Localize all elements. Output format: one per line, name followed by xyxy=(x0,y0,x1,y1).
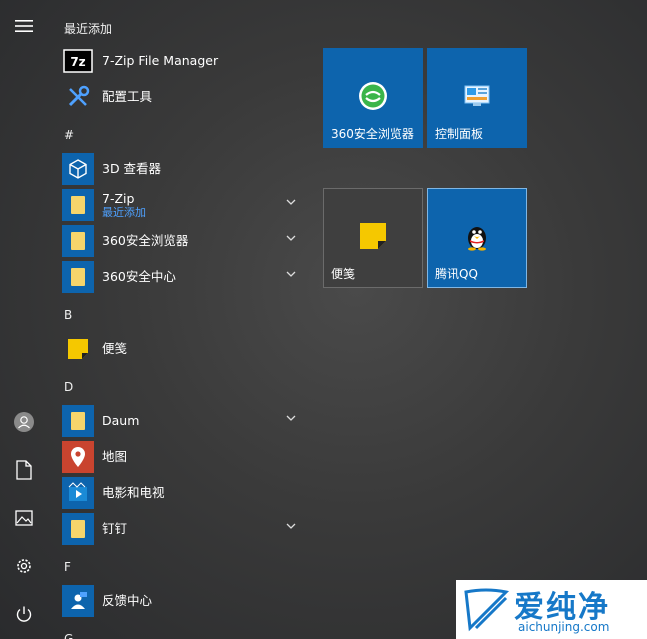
browser-360-icon xyxy=(359,82,387,110)
app-label: 360安全浏览器 xyxy=(102,233,189,248)
power-icon xyxy=(16,606,32,622)
app-label: 配置工具 xyxy=(102,89,153,104)
tile-360-browser[interactable]: 360安全浏览器 xyxy=(323,48,423,148)
chevron-down-icon xyxy=(286,235,296,241)
wrench-icon xyxy=(62,81,94,113)
pictures-button[interactable] xyxy=(6,500,42,536)
user-button[interactable] xyxy=(6,404,42,440)
app-label: 3D 查看器 xyxy=(102,161,162,176)
start-menu: { "sections": { "recent": "最近添加", "hash"… xyxy=(0,0,647,639)
left-rail xyxy=(0,0,48,639)
settings-button[interactable] xyxy=(6,548,42,584)
tile-sticky-notes[interactable]: 便笺 xyxy=(323,188,423,288)
feedback-icon xyxy=(62,585,94,617)
folder-icon xyxy=(62,261,94,293)
app-feedback-hub[interactable]: 反馈中心 xyxy=(62,584,304,618)
folder-dingtalk[interactable]: 钉钉 xyxy=(62,512,304,546)
app-7zip-file-manager[interactable]: 7z 7-Zip File Manager xyxy=(62,44,304,78)
tile-control-panel[interactable]: 控制面板 xyxy=(427,48,527,148)
folder-7zip[interactable]: 7-Zip 最近添加 xyxy=(62,188,304,222)
user-icon xyxy=(14,412,34,432)
tile-tencent-qq[interactable]: 腾讯QQ xyxy=(427,188,527,288)
tile-label: 便笺 xyxy=(331,267,356,281)
tile-label: 360安全浏览器 xyxy=(331,127,414,141)
folder-icon xyxy=(62,513,94,545)
app-label: Daum xyxy=(102,413,140,428)
app-label: 电影和电视 xyxy=(102,485,165,500)
sticky-note-icon xyxy=(62,333,94,365)
tile-label: 腾讯QQ xyxy=(435,267,478,281)
menu-button[interactable] xyxy=(6,8,42,44)
app-label: 便笺 xyxy=(102,341,128,356)
section-header-b[interactable]: B xyxy=(64,308,72,322)
menu-icon xyxy=(15,20,33,32)
app-3d-viewer[interactable]: 3D 查看器 xyxy=(62,152,304,186)
chevron-down-icon xyxy=(286,523,296,529)
folder-360-browser[interactable]: 360安全浏览器 xyxy=(62,224,304,258)
app-sticky-notes[interactable]: 便笺 xyxy=(62,332,304,366)
section-header-f[interactable]: F xyxy=(64,560,71,574)
chevron-down-icon xyxy=(286,415,296,421)
app-label: 7-Zip File Manager xyxy=(102,53,219,68)
watermark-url: aichunjing.com xyxy=(518,620,610,634)
qq-penguin-icon xyxy=(468,227,486,251)
control-panel-icon xyxy=(464,85,490,106)
section-header-recent: 最近添加 xyxy=(64,22,113,36)
folder-icon xyxy=(62,405,94,437)
chevron-down-icon xyxy=(286,271,296,277)
folder-daum[interactable]: Daum xyxy=(62,404,304,438)
movie-icon xyxy=(62,477,94,509)
power-button[interactable] xyxy=(6,596,42,632)
app-label: 360安全中心 xyxy=(102,269,176,284)
recently-added-label: 最近添加 xyxy=(102,205,146,219)
documents-button[interactable] xyxy=(6,452,42,488)
app-config-tool[interactable]: 配置工具 xyxy=(62,80,304,114)
document-icon xyxy=(16,460,32,480)
section-header-hash[interactable]: # xyxy=(64,128,74,142)
svg-text:7z: 7z xyxy=(70,55,85,69)
section-header-g[interactable]: G xyxy=(64,632,73,639)
folder-360-center[interactable]: 360安全中心 xyxy=(62,260,304,294)
tile-label: 控制面板 xyxy=(435,127,484,141)
settings-icon xyxy=(17,559,31,573)
7zip-icon: 7z xyxy=(62,45,94,77)
folder-icon xyxy=(62,225,94,257)
map-pin-icon xyxy=(62,441,94,473)
app-label: 反馈中心 xyxy=(102,593,153,608)
app-label: 7-Zip xyxy=(102,190,135,206)
app-maps[interactable]: 地图 xyxy=(62,440,304,474)
app-label: 钉钉 xyxy=(102,521,128,536)
watermark: 爱纯净 aichunjing.com xyxy=(456,580,647,639)
watermark-logo-icon xyxy=(464,588,510,632)
section-header-d[interactable]: D xyxy=(64,380,73,394)
chevron-down-icon xyxy=(286,199,296,205)
cube-icon xyxy=(62,153,94,185)
folder-icon xyxy=(62,189,94,221)
pictures-icon xyxy=(15,510,33,526)
app-movies-tv[interactable]: 电影和电视 xyxy=(62,476,304,510)
app-label: 地图 xyxy=(102,449,128,464)
sticky-note-icon xyxy=(360,223,386,249)
